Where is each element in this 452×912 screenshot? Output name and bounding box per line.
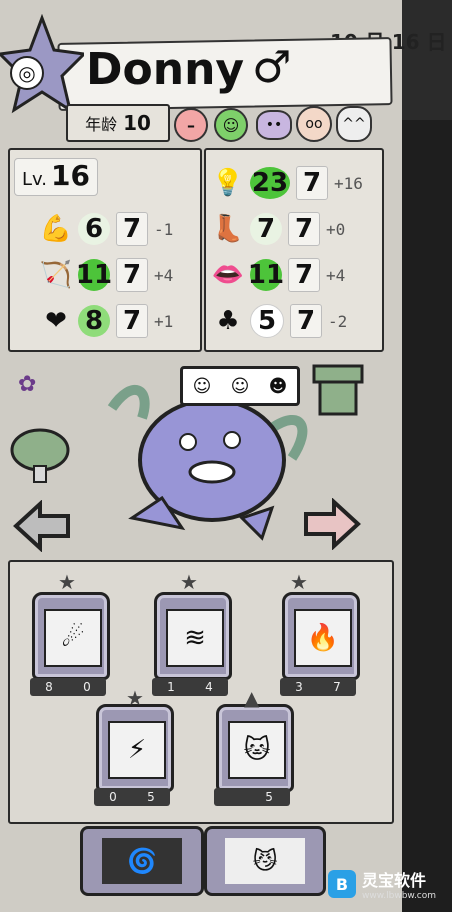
- pig-face-icon[interactable]: oo: [296, 106, 332, 142]
- lips-icon: 👄: [211, 260, 245, 290]
- level-value: 16: [51, 159, 90, 192]
- heart-plus-icon: ❤: [45, 306, 67, 336]
- stat-value: 7: [250, 213, 282, 245]
- brand-logo-icon: B: [328, 870, 356, 898]
- level-label: Lv.: [22, 169, 48, 190]
- male-gender-icon: ♂: [252, 42, 292, 93]
- wand-icon: ★: [58, 570, 76, 594]
- age-label: 年龄: [85, 115, 118, 134]
- skill-counter: 8 0: [30, 678, 106, 696]
- wand-icon: ★: [126, 686, 144, 710]
- skill-count-b: 5: [265, 790, 273, 804]
- level-badge: Lv. 16: [14, 158, 98, 196]
- skill-counter: 1 4: [152, 678, 228, 696]
- age-tag: 年龄 10: [66, 104, 170, 142]
- skill-count-a: 3: [295, 680, 303, 694]
- skill-count-a: 0: [109, 790, 117, 804]
- pipe-icon[interactable]: [312, 364, 364, 416]
- stat-delta: +4: [326, 265, 346, 285]
- skill-card[interactable]: 😼: [204, 826, 326, 896]
- skill-card[interactable]: ≋: [154, 592, 232, 680]
- portrait-face-icon: ☺: [192, 375, 212, 397]
- stat-value: 5: [250, 304, 284, 338]
- stat-base: 7: [288, 212, 320, 246]
- next-character-arrow-icon[interactable]: [302, 497, 362, 551]
- happy-face-icon[interactable]: ☺: [214, 108, 248, 142]
- stat-base: 7: [116, 258, 148, 292]
- portrait-strip[interactable]: ☺ ☺ ☻: [180, 366, 300, 406]
- lightbulb-icon: 💡: [211, 168, 245, 198]
- portrait-face-icon: ☻: [268, 375, 288, 397]
- wand-icon: ★: [180, 570, 198, 594]
- stat-base: 7: [290, 304, 322, 338]
- skill-card[interactable]: ⚡: [96, 704, 174, 792]
- spiral-icon: ◎: [10, 56, 44, 90]
- skill-count-b: 4: [205, 680, 213, 694]
- bug-cluster-icon[interactable]: ✿: [18, 372, 62, 416]
- skill-counter: 3 7: [280, 678, 356, 696]
- portrait-face-icon: ☺: [230, 375, 250, 397]
- skill-card[interactable]: ☄: [32, 592, 110, 680]
- watermark-brand: 灵宝软件: [362, 871, 427, 890]
- stat-row-charisma[interactable]: 👄 11 7 +4: [212, 256, 345, 294]
- wind-gust-icon: ≋: [166, 609, 224, 667]
- bow-arrow-icon: 🏹: [39, 260, 73, 290]
- age-value: 10: [123, 111, 151, 135]
- cat-face-icon[interactable]: ^^: [336, 106, 372, 142]
- meh-face-icon[interactable]: –: [174, 108, 208, 142]
- stat-value: 8: [78, 305, 110, 337]
- stat-delta: -1: [154, 219, 174, 239]
- stat-row-luck[interactable]: ♣ 5 7 -2: [212, 302, 347, 340]
- skill-card[interactable]: 🔥: [282, 592, 360, 680]
- stat-row-speed[interactable]: 👢 7 7 +0: [212, 210, 345, 248]
- shadow-cat-icon: 😼: [225, 838, 305, 884]
- wand-icon: ★: [290, 570, 308, 594]
- stat-row-archery[interactable]: 🏹 11 7 +4: [40, 256, 173, 294]
- stat-value: 23: [250, 167, 290, 199]
- dark-side-panel: [402, 120, 452, 912]
- mood-bar: – ☺ •• oo ^^: [170, 106, 380, 142]
- shooting-star-icon: ☄: [44, 609, 102, 667]
- skill-count-a: 8: [45, 680, 53, 694]
- sad-face-icon[interactable]: ••: [256, 110, 292, 140]
- cat-summon-icon: 🐱: [228, 721, 286, 779]
- skill-count-b: 0: [83, 680, 91, 694]
- stat-row-health[interactable]: ❤ 8 7 +1: [40, 302, 173, 340]
- vortex-icon: 🌀: [102, 838, 182, 884]
- boot-icon: 👢: [211, 214, 245, 244]
- strength-arm-icon: 💪: [39, 214, 73, 244]
- stat-delta: +0: [326, 219, 346, 239]
- stat-delta: +16: [334, 173, 363, 193]
- stat-base: 7: [296, 166, 328, 200]
- stat-delta: +4: [154, 265, 174, 285]
- skill-count-b: 5: [147, 790, 155, 804]
- stat-base: 7: [288, 258, 320, 292]
- stat-delta: +1: [154, 311, 174, 331]
- stat-base: 7: [116, 304, 148, 338]
- stat-delta: -2: [328, 311, 348, 331]
- skill-counter: 5: [214, 788, 290, 806]
- watermark-url: www.lbwbw.com: [362, 891, 437, 901]
- stat-value: 11: [75, 259, 113, 291]
- stat-row-strength[interactable]: 💪 6 7 -1: [40, 210, 173, 248]
- stat-value: 11: [247, 259, 285, 291]
- clover-icon: ♣: [216, 306, 240, 336]
- stat-row-intelligence[interactable]: 💡 23 7 +16: [212, 164, 363, 202]
- skill-counter: 0 5: [94, 788, 170, 806]
- stat-base: 7: [116, 212, 148, 246]
- skill-card[interactable]: 🐱: [216, 704, 294, 792]
- previous-character-arrow-icon[interactable]: [12, 499, 72, 553]
- skill-card[interactable]: 🌀: [80, 826, 204, 896]
- skill-count-a: 1: [167, 680, 175, 694]
- character-name: Donny: [86, 44, 245, 95]
- stat-value: 6: [78, 213, 110, 245]
- lightning-icon: ⚡: [108, 721, 166, 779]
- tree-sign-icon[interactable]: [8, 428, 72, 484]
- flame-blast-icon: 🔥: [294, 609, 352, 667]
- upgrade-arrow-icon: ▲: [244, 686, 260, 710]
- watermark: B 灵宝软件 www.lbwbw.com: [328, 862, 448, 906]
- skill-count-b: 7: [333, 680, 341, 694]
